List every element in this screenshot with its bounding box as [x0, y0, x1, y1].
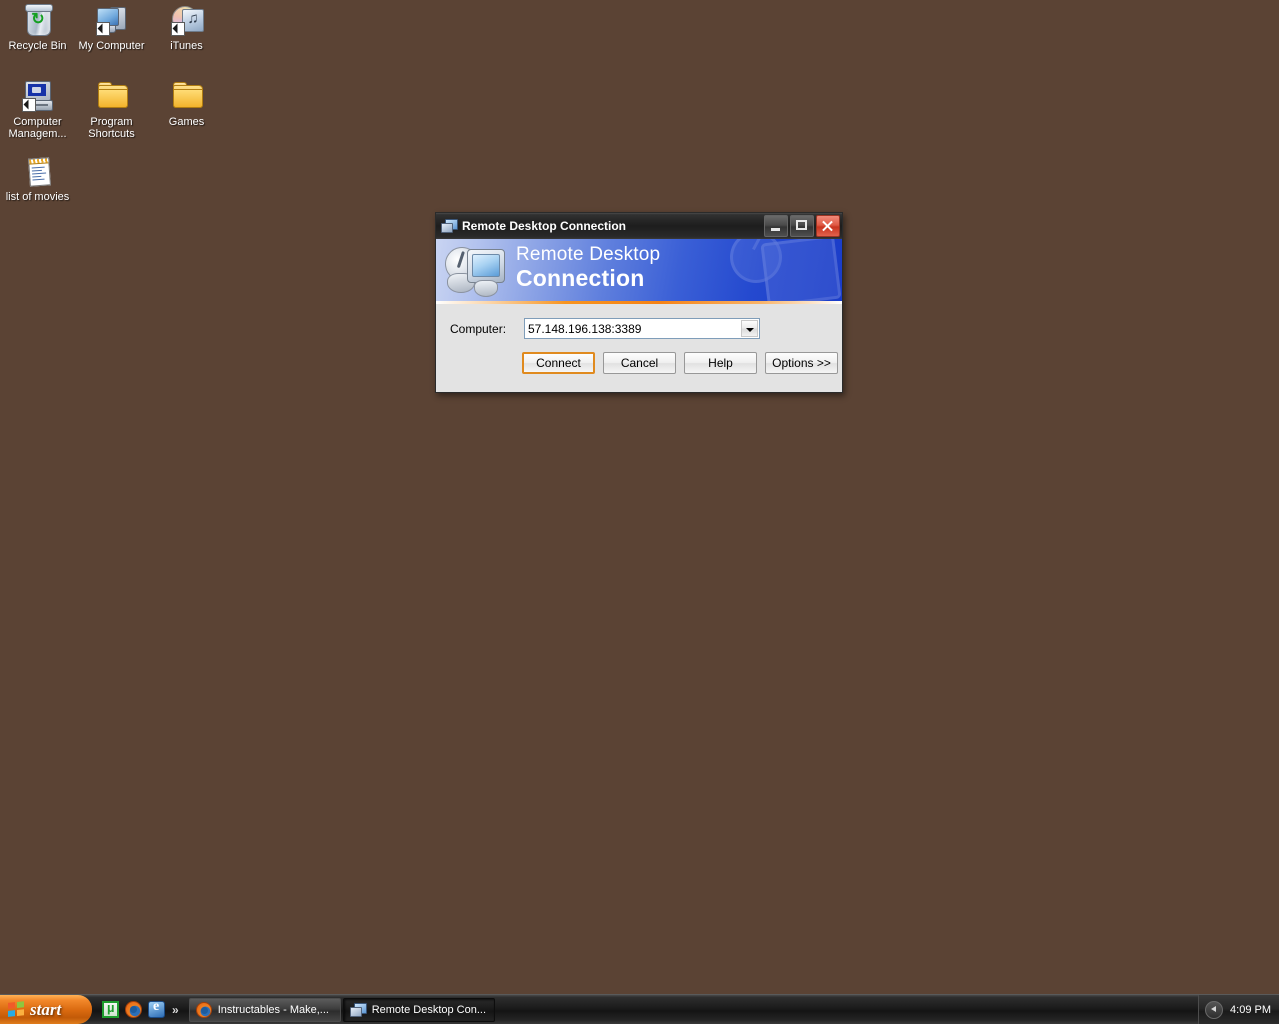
connect-button[interactable]: Connect — [522, 352, 595, 374]
computer-row: Computer: — [436, 304, 842, 339]
window-controls — [764, 215, 840, 237]
windows-flag-icon — [8, 1000, 25, 1019]
remote-desktop-connection-dialog[interactable]: Remote Desktop Connection Remote Desktop… — [435, 212, 843, 393]
task-button-label: Remote Desktop Con... — [371, 1003, 487, 1016]
desktop-icon-computer-management[interactable]: Computer Managem... — [0, 80, 75, 140]
recycle-bin-icon: ↻ — [22, 4, 54, 36]
desktop-icon-label: iTunes — [170, 40, 203, 52]
taskbar[interactable]: start » Instructables - Make,... Remote … — [0, 994, 1279, 1024]
chevron-left-icon[interactable] — [1205, 1000, 1224, 1019]
desktop[interactable]: ↻ Recycle Bin My Computer ♫ iTunes Compu… — [0, 0, 1279, 1024]
quick-launch-bar[interactable]: » — [92, 998, 183, 1022]
desktop-icon-program-shortcuts[interactable]: Program Shortcuts — [74, 80, 149, 140]
dialog-title: Remote Desktop Connection — [462, 219, 627, 233]
dialog-banner: Remote Desktop Connection — [436, 239, 842, 301]
desktop-icon-label: Program Shortcuts — [88, 116, 135, 140]
options-button[interactable]: Options >> — [765, 352, 838, 374]
dialog-titlebar[interactable]: Remote Desktop Connection — [436, 213, 842, 239]
banner-line2: Connection — [516, 265, 645, 291]
itunes-icon: ♫ — [170, 4, 204, 36]
system-tray[interactable]: 4:09 PM — [1198, 994, 1279, 1024]
task-button-remote-desktop[interactable]: Remote Desktop Con... — [342, 997, 495, 1022]
utorrent-icon[interactable] — [102, 1000, 119, 1018]
task-button-label: Instructables - Make,... — [217, 1003, 329, 1016]
dialog-body: Computer: Connect Cancel Help Options >> — [436, 304, 842, 392]
task-button-instructables[interactable]: Instructables - Make,... — [188, 997, 341, 1022]
cancel-button[interactable]: Cancel — [603, 352, 676, 374]
quicklaunch-overflow-icon[interactable]: » — [172, 1003, 179, 1017]
desktop-icon-label: My Computer — [78, 40, 145, 52]
chevron-down-icon[interactable] — [741, 320, 758, 337]
shortcut-arrow-icon — [21, 98, 36, 112]
desktop-icon-label: Computer Managem... — [8, 116, 67, 140]
text-document-icon — [22, 155, 54, 187]
computer-input[interactable] — [525, 319, 741, 338]
folder-icon — [171, 80, 203, 112]
desktop-icon-label: Games — [168, 116, 205, 128]
computer-management-icon — [21, 80, 54, 112]
start-button[interactable]: start — [0, 995, 92, 1024]
desktop-icon-label: list of movies — [5, 191, 70, 203]
desktop-icon-my-computer[interactable]: My Computer — [74, 4, 149, 52]
maximize-icon[interactable] — [790, 215, 814, 237]
computer-label: Computer: — [450, 321, 507, 336]
folder-icon — [96, 80, 128, 112]
task-buttons: Instructables - Make,... Remote Desktop … — [183, 997, 1198, 1022]
desktop-icon-label: Recycle Bin — [8, 40, 67, 52]
firefox-icon — [195, 1001, 212, 1018]
help-button[interactable]: Help — [684, 352, 757, 374]
remote-desktop-icon — [441, 218, 458, 234]
start-label: start — [30, 999, 62, 1019]
internet-explorer-icon[interactable] — [148, 999, 165, 1018]
desktop-icon-list-of-movies[interactable]: list of movies — [0, 155, 75, 203]
remote-desktop-icon — [349, 1002, 367, 1018]
my-computer-icon — [95, 4, 128, 36]
dialog-button-row: Connect Cancel Help Options >> — [436, 339, 842, 374]
desktop-icon-recycle-bin[interactable]: ↻ Recycle Bin — [0, 4, 75, 52]
close-icon[interactable] — [816, 215, 840, 237]
remote-desktop-logo-icon — [442, 243, 510, 299]
banner-line1: Remote Desktop — [516, 244, 661, 265]
shortcut-arrow-icon — [170, 22, 185, 36]
firefox-icon[interactable] — [125, 1001, 142, 1018]
computer-combobox[interactable] — [524, 318, 760, 339]
banner-watermark-icon — [728, 239, 842, 301]
desktop-icon-games[interactable]: Games — [149, 80, 224, 128]
minimize-icon[interactable] — [764, 215, 788, 237]
shortcut-arrow-icon — [95, 22, 110, 36]
desktop-icon-itunes[interactable]: ♫ iTunes — [149, 4, 224, 52]
clock[interactable]: 4:09 PM — [1230, 1004, 1271, 1016]
banner-text: Remote Desktop Connection — [516, 245, 660, 290]
